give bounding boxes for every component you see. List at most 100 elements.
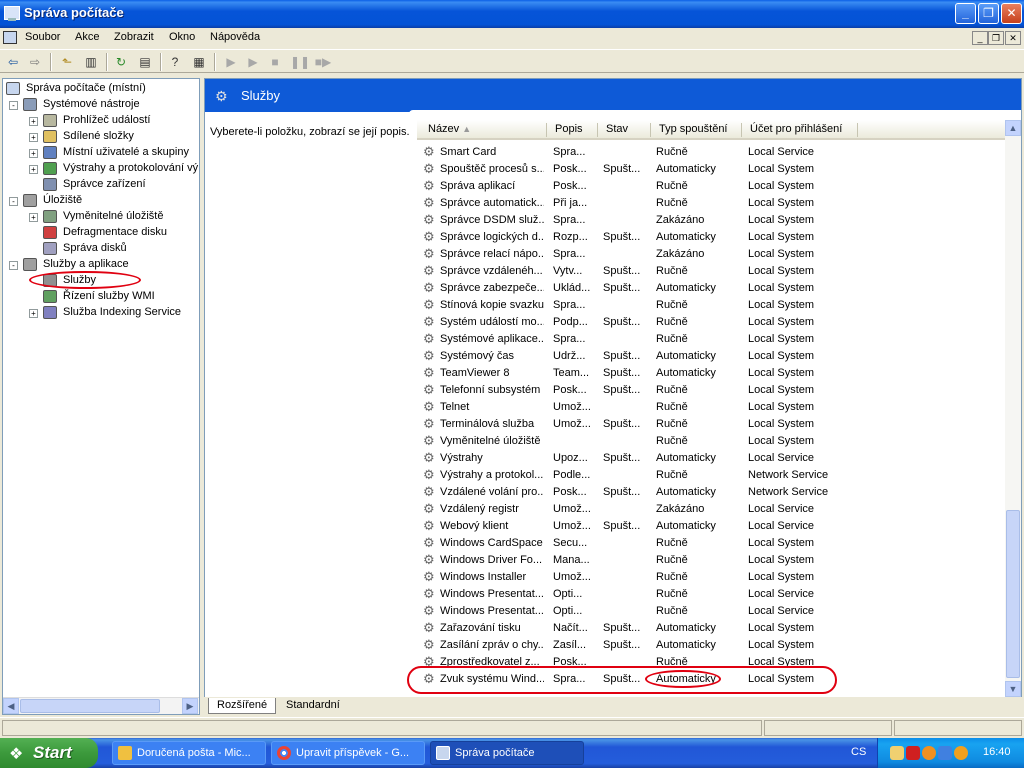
service-row[interactable]: ⚙ Webový klient Umož... Spušt... Automaticky… — [417, 518, 1005, 535]
service-row[interactable]: ⚙ Windows Presentat... Opti... Ručně Local S… — [417, 586, 1005, 603]
service-row[interactable]: ⚙ Zasílání zpráv o chy... Zasíl... Spušt...… — [417, 637, 1005, 654]
expand-icon[interactable]: + — [29, 165, 38, 174]
expand-icon[interactable]: + — [29, 117, 38, 126]
child-restore-button[interactable]: ❐ — [988, 31, 1004, 45]
service-row[interactable]: ⚙ Terminálová služba Umož... Spušt... Ručně L… — [417, 416, 1005, 433]
up-folder-icon[interactable]: ⬑ — [58, 53, 76, 71]
child-minimize-button[interactable]: _ — [972, 31, 988, 45]
tree-node[interactable]: + Vyměnitelné úložiště — [3, 209, 199, 225]
column-nazev[interactable]: Název ▲ — [428, 123, 471, 135]
service-row[interactable]: ⚙ Správa aplikací Posk... Ručně Local System — [417, 178, 1005, 195]
service-row[interactable]: ⚙ Správce DSDM služ... Spra... Zakázáno Loca… — [417, 212, 1005, 229]
maximize-button[interactable]: ❐ — [978, 3, 999, 24]
tree-node[interactable]: + Místní uživatelé a skupiny — [3, 145, 199, 161]
collapse-icon[interactable]: - — [9, 261, 18, 270]
tree-node[interactable]: Řízení služby WMI — [3, 289, 199, 305]
window-titlebar[interactable]: Správa počítače _ ❐ ✕ — [0, 0, 1024, 28]
service-row[interactable]: ⚙ Správce zabezpeče... Uklád... Spušt... Aut… — [417, 280, 1005, 297]
update-tray-icon[interactable] — [954, 746, 968, 760]
service-row[interactable]: ⚙ Správce relací nápo... Spra... Zakázáno Lo… — [417, 246, 1005, 263]
service-row[interactable]: ⚙ Výstrahy Upoz... Spušt... Automaticky Local… — [417, 450, 1005, 467]
tree-scroll-thumb[interactable] — [20, 699, 160, 713]
menu-okno[interactable]: Okno — [169, 31, 195, 43]
column-ucet[interactable]: Účet pro přihlášení — [750, 123, 842, 135]
pause-service-icon[interactable]: ❚❚ — [290, 53, 310, 71]
service-row[interactable]: ⚙ Vzdálené volání pro... Posk... Spušt... Au… — [417, 484, 1005, 501]
minimize-button[interactable]: _ — [955, 3, 976, 24]
network-tray-icon[interactable] — [938, 746, 952, 760]
service-row[interactable]: ⚙ Windows CardSpace Secu... Ručně Local Syst… — [417, 535, 1005, 552]
service-row[interactable]: ⚙ Vyměnitelné úložiště Ručně Local System — [417, 433, 1005, 450]
expand-icon[interactable]: + — [29, 149, 38, 158]
service-row[interactable]: ⚙ Systémové aplikace... Spra... Ručně Local … — [417, 331, 1005, 348]
tree-node[interactable]: - Úložiště — [3, 193, 199, 209]
scroll-down-icon[interactable]: ▼ — [1005, 681, 1021, 697]
service-row[interactable]: ⚙ Vzdálený registr Umož... Zakázáno Local Se… — [417, 501, 1005, 518]
start-service-icon[interactable]: ▶ — [222, 53, 240, 71]
expand-icon[interactable]: + — [29, 213, 38, 222]
back-icon[interactable]: ⇦ — [4, 53, 22, 71]
menu-akce[interactable]: Akce — [75, 31, 99, 43]
service-row[interactable]: ⚙ Správce automatick... Při ja... Ručně Loca… — [417, 195, 1005, 212]
column-popis[interactable]: Popis — [555, 123, 583, 135]
task-outlook[interactable]: Doručená pošta - Mic... — [112, 741, 266, 765]
help-icon[interactable]: ? — [166, 53, 184, 71]
tree-node[interactable]: + Prohlížeč událostí — [3, 113, 199, 129]
collapse-icon[interactable]: - — [9, 101, 18, 110]
tree-node[interactable]: Defragmentace disku — [3, 225, 199, 241]
language-indicator[interactable]: CS — [851, 746, 866, 758]
tree-node[interactable]: Správce zařízení — [3, 177, 199, 193]
child-close-button[interactable]: ✕ — [1005, 31, 1021, 45]
scroll-up-icon[interactable]: ▲ — [1005, 120, 1021, 136]
service-row[interactable]: ⚙ Windows Installer Umož... Ručně Local Syst… — [417, 569, 1005, 586]
clock-tray-icon[interactable] — [922, 746, 936, 760]
column-stav[interactable]: Stav — [606, 123, 628, 135]
task-browser[interactable]: Upravit příspěvek - G... — [271, 741, 425, 765]
stop-service-icon[interactable]: ■ — [266, 53, 284, 71]
service-row[interactable]: ⚙ Windows Driver Fo... Mana... Ručně Local S… — [417, 552, 1005, 569]
menu-zobrazit[interactable]: Zobrazit — [114, 31, 154, 43]
start-icon[interactable]: ▶ — [244, 53, 262, 71]
service-row[interactable]: ⚙ Správce vzdálenéh... Vytv... Spušt... Ručn… — [417, 263, 1005, 280]
service-row[interactable]: ⚙ Telefonní subsystém Posk... Spušt... Ručně… — [417, 382, 1005, 399]
collapse-icon[interactable]: - — [9, 197, 18, 206]
forward-icon[interactable]: ⇨ — [26, 53, 44, 71]
service-row[interactable]: ⚙ Telnet Umož... Ručně Local System — [417, 399, 1005, 416]
column-typ-spousteni[interactable]: Typ spouštění — [659, 123, 728, 135]
tree-horizontal-scrollbar[interactable]: ◀ ▶ — [3, 697, 199, 714]
tree-node[interactable]: Správa disků — [3, 241, 199, 257]
scroll-right-icon[interactable]: ▶ — [182, 698, 198, 714]
export-list-icon[interactable]: ▤ — [136, 53, 154, 71]
properties-icon[interactable]: ▦ — [190, 53, 208, 71]
service-row[interactable]: ⚙ Smart Card Spra... Ručně Local Service — [417, 144, 1005, 161]
task-computer-management[interactable]: Správa počítače — [430, 741, 584, 765]
service-row[interactable]: ⚙ Spouštěč procesů s... Posk... Spušt... Aut… — [417, 161, 1005, 178]
tree-node[interactable]: + Výstrahy a protokolování vý — [3, 161, 199, 177]
service-row[interactable]: ⚙ TeamViewer 8 Team... Spušt... Automaticky L… — [417, 365, 1005, 382]
console-tree[interactable]: Správa počítače (místní) - Systémové nástr… — [2, 78, 200, 715]
tab-standardni[interactable]: Standardní — [278, 698, 348, 714]
tree-node[interactable]: - Systémové nástroje — [3, 97, 199, 113]
mail-tray-icon[interactable] — [890, 746, 904, 760]
tree-node[interactable]: Správa počítače (místní) — [3, 81, 199, 97]
service-row[interactable]: ⚙ Zařazování tisku Načít... Spušt... Automat… — [417, 620, 1005, 637]
tree-node[interactable]: + Sdílené složky — [3, 129, 199, 145]
list-scroll-thumb[interactable] — [1006, 510, 1020, 678]
close-button[interactable]: ✕ — [1001, 3, 1022, 24]
tab-rozsirene[interactable]: Rozšířené — [208, 698, 277, 714]
tree-node[interactable]: + Služba Indexing Service — [3, 305, 199, 321]
service-row[interactable]: ⚙ Systémový čas Udrž... Spušt... Automaticky… — [417, 348, 1005, 365]
antivirus-tray-icon[interactable] — [906, 746, 920, 760]
system-menu-icon[interactable] — [3, 31, 17, 44]
show-hide-tree-icon[interactable]: ▥ — [82, 53, 100, 71]
service-row[interactable]: ⚙ Správce logických d... Rozp... Spušt... Au… — [417, 229, 1005, 246]
refresh-icon[interactable]: ↻ — [112, 53, 130, 71]
list-vertical-scrollbar[interactable]: ▲ ▼ — [1005, 120, 1021, 698]
menu-napoveda[interactable]: Nápověda — [210, 31, 260, 43]
restart-service-icon[interactable]: ■▶ — [314, 53, 332, 71]
start-button[interactable]: ❖ Start — [0, 738, 98, 768]
scroll-left-icon[interactable]: ◀ — [3, 698, 19, 714]
expand-icon[interactable]: + — [29, 133, 38, 142]
service-row[interactable]: ⚙ Stínová kopie svazku Spra... Ručně Local S… — [417, 297, 1005, 314]
menu-soubor[interactable]: Soubor — [25, 31, 60, 43]
